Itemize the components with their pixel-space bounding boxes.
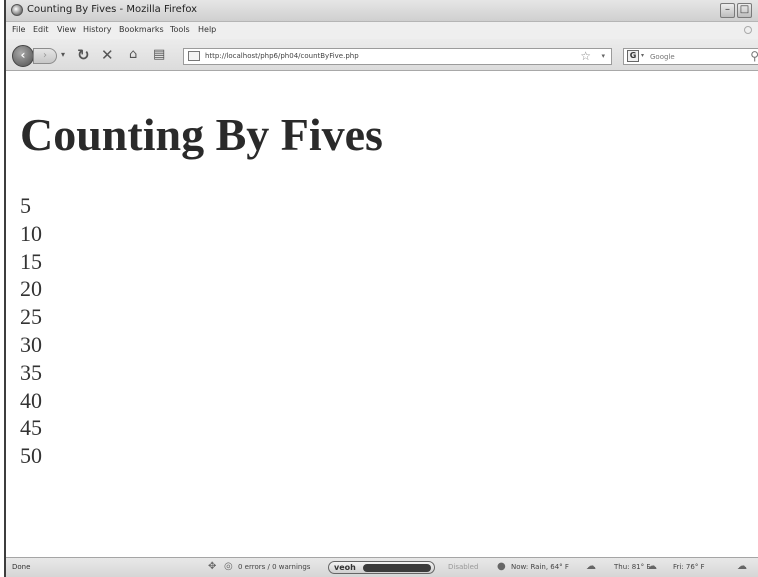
number-list: 5 10 15 20 25 30 35 40 45 50 — [20, 192, 42, 470]
veoh-label: veoh — [334, 563, 356, 572]
search-engine-dropdown-icon[interactable]: ▾ — [641, 52, 644, 59]
list-item: 20 — [20, 276, 42, 302]
veoh-controls[interactable] — [363, 564, 431, 572]
error-count[interactable]: 0 errors / 0 warnings — [238, 563, 310, 571]
stop-icon[interactable]: ✕ — [101, 47, 114, 63]
plugin-icon[interactable]: ✥ — [208, 561, 216, 573]
list-item: 10 — [20, 220, 42, 246]
throbber-icon — [744, 26, 752, 34]
list-item: 25 — [20, 304, 42, 330]
veoh-toolbar[interactable]: veoh — [328, 561, 435, 574]
cloud-icon: ☁ — [647, 561, 657, 572]
reload-icon[interactable]: ↻ — [77, 47, 90, 63]
weather-friday[interactable]: Fri: 76° F — [673, 563, 705, 571]
menu-bar: File Edit View History Bookmarks Tools H… — [6, 22, 758, 39]
firefox-icon — [11, 4, 23, 16]
menu-bookmarks[interactable]: Bookmarks — [119, 25, 164, 34]
page-content: Counting By Fives 5 10 15 20 25 30 35 40… — [6, 72, 758, 557]
list-item: 5 — [20, 193, 31, 218]
url-dropdown-icon[interactable]: ▾ — [601, 52, 605, 60]
home-icon[interactable]: ⌂ — [129, 47, 137, 63]
page-icon — [188, 51, 200, 61]
address-bar[interactable]: http://localhost/php6/ph04/countByFive.p… — [183, 48, 612, 65]
list-item: 35 — [20, 359, 42, 385]
forward-button[interactable]: › — [33, 48, 57, 64]
list-item: 30 — [20, 331, 42, 357]
cloud-rain-icon: ☁ — [586, 561, 596, 572]
validator-icon[interactable]: ◎ — [224, 561, 233, 573]
menu-view[interactable]: View — [57, 25, 76, 34]
cloud-icon: ☁ — [737, 561, 747, 572]
weather-now[interactable]: Now: Rain, 64° F — [511, 563, 569, 571]
disabled-label[interactable]: Disabled — [448, 563, 478, 571]
title-bar: Counting By Fives - Mozilla Firefox – □ — [6, 0, 758, 22]
menu-history[interactable]: History — [83, 25, 111, 34]
bookmark-page-icon[interactable]: ▤ — [153, 47, 165, 63]
back-button[interactable]: ‹ — [12, 45, 34, 67]
window-title: Counting By Fives - Mozilla Firefox — [27, 4, 198, 15]
star-icon[interactable]: ☆ — [580, 49, 591, 63]
search-icon[interactable]: ⚲ — [750, 49, 758, 63]
page-heading: Counting By Fives — [20, 109, 383, 160]
list-item: 40 — [20, 387, 42, 413]
list-item: 15 — [20, 248, 42, 274]
browser-window: Counting By Fives - Mozilla Firefox – □ … — [4, 0, 758, 577]
weather-thursday[interactable]: Thu: 81° F — [614, 563, 650, 571]
navigation-toolbar: ‹ › ▾ ↻ ✕ ⌂ ▤ http://localhost/php6/ph04… — [6, 39, 758, 71]
menu-file[interactable]: File — [12, 25, 25, 34]
weather-icon[interactable]: ● — [497, 561, 506, 573]
list-item: 50 — [20, 443, 42, 469]
status-bar: Done ✥ ◎ 0 errors / 0 warnings veoh Disa… — [6, 557, 758, 577]
history-dropdown-icon[interactable]: ▾ — [61, 50, 65, 59]
google-icon[interactable]: G — [627, 50, 639, 62]
menu-edit[interactable]: Edit — [33, 25, 49, 34]
menu-help[interactable]: Help — [198, 25, 216, 34]
maximize-icon[interactable]: □ — [737, 3, 752, 18]
url-text[interactable]: http://localhost/php6/ph04/countByFive.p… — [205, 52, 359, 60]
search-input[interactable] — [650, 51, 740, 62]
status-text: Done — [12, 563, 31, 571]
menu-tools[interactable]: Tools — [170, 25, 190, 34]
search-box[interactable]: G ▾ ⚲ — [623, 48, 758, 65]
list-item: 45 — [20, 415, 42, 441]
minimize-icon[interactable]: – — [720, 3, 735, 18]
